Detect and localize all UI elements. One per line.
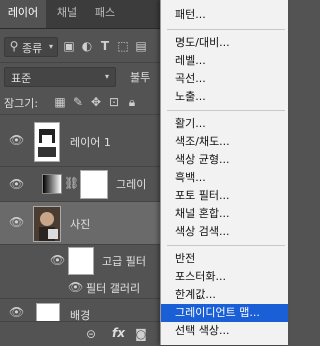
filter-name[interactable]: 필터 갤러리 — [86, 280, 140, 296]
link-chain-icon[interactable]: ⛓︎ — [64, 175, 79, 191]
layer-thumbnail — [33, 206, 61, 242]
smart-filter-row[interactable]: 👁︎ 고급 필터 — [0, 245, 160, 275]
chevron-down-icon: ▾ — [104, 72, 109, 81]
filter-kind-label: 종류 — [22, 42, 43, 55]
lock-all-icon[interactable]: 🔒︎ — [126, 94, 138, 110]
eye-icon[interactable]: 👁︎ — [9, 177, 24, 191]
opacity-label: 불투 — [130, 71, 151, 84]
layer-row[interactable]: 👁︎ 배경 — [0, 299, 160, 323]
blend-mode-select[interactable]: 표준 ▾ — [4, 67, 116, 87]
blend-mode-value: 표준 — [11, 72, 32, 85]
menu-item-channel-mixer[interactable]: 채널 혼합... — [161, 205, 288, 223]
lock-row: 잠그기: ▦ ✎ ✥ ⊡ 🔒︎ — [0, 90, 160, 115]
layer-thumbnail — [34, 122, 60, 162]
menu-item-brightness-contrast[interactable]: 명도/대비... — [161, 34, 288, 52]
tab-layers[interactable]: 레이어 — [0, 0, 46, 28]
menu-item-exposure[interactable]: 노출... — [161, 88, 288, 106]
menu-item-threshold[interactable]: 한계값... — [161, 286, 288, 304]
filter-row[interactable]: 👁︎ 필터 갤러리 — [0, 276, 160, 299]
menu-item-curves[interactable]: 곡선... — [161, 70, 288, 88]
menu-item-photo-filter[interactable]: 포토 필터... — [161, 187, 288, 205]
menu-item-selective-color[interactable]: 선택 색상... — [161, 322, 288, 340]
search-icon: ⚲ — [9, 39, 19, 53]
lock-label: 잠그기: — [4, 97, 39, 110]
layer-name[interactable]: 사진 — [70, 216, 90, 232]
lock-artboard-icon[interactable]: ⊡ — [108, 94, 120, 110]
menu-item-vibrance[interactable]: 활기... — [161, 115, 288, 133]
lock-brush-icon[interactable]: ✎ — [72, 94, 84, 110]
type-filter-icon[interactable]: T — [98, 38, 112, 54]
photo-thumbnail-icon — [34, 207, 60, 241]
menu-separator — [167, 245, 285, 246]
eye-icon[interactable]: 👁︎ — [50, 253, 65, 267]
image-filter-icon[interactable]: ▣ — [62, 38, 76, 54]
portrait-thumbnail-icon — [38, 129, 56, 157]
layers-bottom-bar: ⊝ fx ◙ — [0, 321, 160, 345]
menu-item-black-white[interactable]: 흑백... — [161, 169, 288, 187]
smart-filter-name[interactable]: 고급 필터 — [102, 253, 146, 269]
fx-button[interactable]: fx — [112, 326, 125, 340]
layer-row[interactable]: 👁︎ 레이어 1 — [0, 116, 160, 167]
chevron-down-icon: ▾ — [48, 42, 53, 51]
layer-filter-row: ⚲ 종류 ▾ ▣ ◐ T ⬚ ▤ — [0, 32, 160, 60]
menu-item-invert[interactable]: 반전 — [161, 250, 288, 268]
layer-name[interactable]: 레이어 1 — [70, 134, 111, 150]
tab-paths[interactable]: 패스 — [88, 0, 122, 28]
layers-panel: 레이어 채널 패스 ⚲ 종류 ▾ ▣ ◐ T ⬚ ▤ 표준 ▾ 불투 잠그기: … — [0, 0, 160, 345]
filter-kind-select[interactable]: ⚲ 종류 ▾ — [4, 37, 58, 57]
eye-icon[interactable]: 👁︎ — [68, 280, 83, 294]
menu-separator — [167, 29, 285, 30]
eye-icon[interactable]: 👁︎ — [9, 133, 24, 147]
lock-transparent-icon[interactable]: ▦ — [54, 94, 66, 110]
tab-channels[interactable]: 채널 — [50, 0, 84, 28]
menu-item-color-lookup[interactable]: 색상 검색... — [161, 223, 288, 241]
lock-move-icon[interactable]: ✥ — [90, 94, 102, 110]
layer-mask-thumbnail[interactable] — [80, 170, 108, 199]
link-layers-icon[interactable]: ⊝ — [84, 326, 98, 342]
layer-name[interactable]: 그레이 — [116, 176, 146, 192]
eye-icon[interactable]: 👁︎ — [9, 305, 24, 319]
adjustment-filter-icon[interactable]: ◐ — [80, 38, 94, 54]
layer-row[interactable]: 👁︎ ⛓︎ 그레이 — [0, 167, 160, 202]
menu-item-gradient-map[interactable]: 그레이디언트 맵... — [161, 304, 288, 322]
add-mask-icon[interactable]: ◙ — [134, 326, 148, 342]
adjustment-menu: ··· 패턴... 명도/대비... 레벨... 곡선... 노출... 활기.… — [160, 0, 288, 345]
menu-item-pattern[interactable]: 패턴... — [161, 6, 288, 24]
menu-item-posterize[interactable]: 포스터화... — [161, 268, 288, 286]
filter-mask-thumbnail[interactable] — [68, 247, 94, 275]
menu-separator — [167, 110, 285, 111]
layer-thumbnail — [36, 303, 60, 323]
shape-filter-icon[interactable]: ⬚ — [116, 38, 130, 54]
menu-item-levels[interactable]: 레벨... — [161, 52, 288, 70]
eye-icon[interactable]: 👁︎ — [9, 215, 24, 229]
menu-item-color-balance[interactable]: 색상 균형... — [161, 151, 288, 169]
gradient-map-icon — [42, 174, 62, 194]
blend-row: 표준 ▾ 불투 — [0, 62, 160, 89]
layer-row-selected[interactable]: 👁︎ 사진 — [0, 202, 160, 245]
panel-tabs: 레이어 채널 패스 — [0, 0, 160, 29]
smart-object-filter-icon[interactable]: ▤ — [134, 38, 148, 54]
menu-item-hue-saturation[interactable]: 색조/채도... — [161, 133, 288, 151]
